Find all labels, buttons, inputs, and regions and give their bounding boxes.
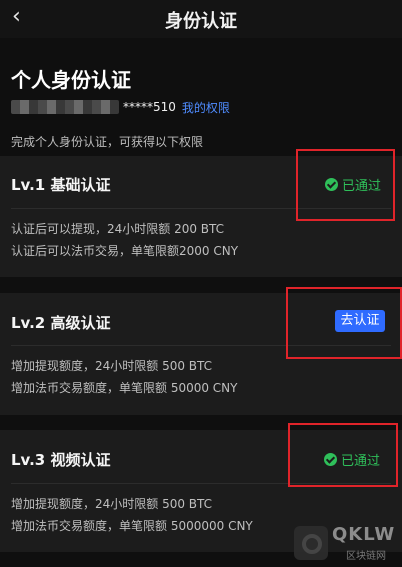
benefit-line: 认证后可以法币交易，单笔限额2000 CNY (11, 244, 239, 258)
level-title: Lv.1 基础认证 (11, 176, 111, 194)
level-description: 认证后可以提现，24小时限额 200 BTC 认证后可以法币交易，单笔限额200… (11, 218, 238, 262)
watermark-sub: 区块链网 (346, 551, 386, 562)
my-permissions-link[interactable]: 我的权限 (182, 99, 230, 116)
highlight-box (288, 423, 398, 487)
benefit-line: 认证后可以提现，24小时限额 200 BTC (11, 222, 225, 236)
account-row: *****510 我的权限 (11, 98, 230, 116)
benefit-line: 增加法币交易额度，单笔限额 5000000 CNY (11, 519, 253, 533)
watermark-brand: QKLW (332, 524, 396, 545)
hint-text: 完成个人身份认证，可获得以下权限 (11, 135, 204, 149)
level-title: Lv.2 高级认证 (11, 314, 111, 332)
section-title: 个人身份认证 (11, 68, 131, 92)
page-title: 身份认证 (165, 11, 237, 32)
masked-account: *****510 (123, 100, 176, 114)
level-title: Lv.3 视频认证 (11, 451, 111, 469)
blurred-account-mosaic (11, 100, 119, 114)
benefit-line: 增加提现额度，24小时限额 500 BTC (11, 359, 213, 373)
benefit-line: 增加法币交易额度，单笔限额 50000 CNY (11, 381, 238, 395)
highlight-box (296, 149, 395, 221)
watermark-logo-icon (294, 526, 328, 560)
level-description: 增加提现额度，24小时限额 500 BTC 增加法币交易额度，单笔限额 5000… (11, 355, 238, 399)
benefit-line: 增加提现额度，24小时限额 500 BTC (11, 497, 213, 511)
level-description: 增加提现额度，24小时限额 500 BTC 增加法币交易额度，单笔限额 5000… (11, 493, 253, 537)
highlight-box (286, 287, 402, 359)
top-nav-bar: ‹ 身份认证 (0, 0, 402, 38)
watermark: QKLW 区块链网 (294, 522, 400, 564)
